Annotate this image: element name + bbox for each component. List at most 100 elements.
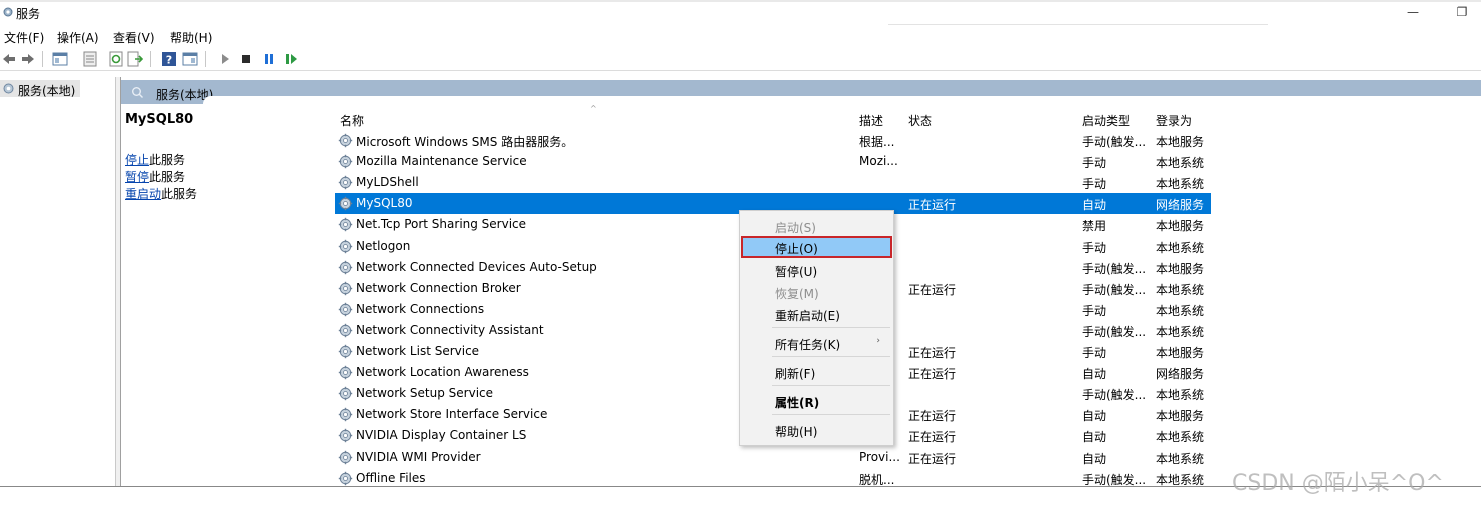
service-gear-icon bbox=[338, 281, 353, 295]
column-header-name[interactable]: 名称 bbox=[340, 112, 364, 128]
show-hide-action-pane-icon[interactable] bbox=[182, 51, 198, 67]
title-bar: 服务 — ❐ bbox=[0, 0, 1481, 25]
ctx-pause-label: 暂停(U) bbox=[775, 265, 818, 279]
stop-service-link[interactable]: 停止 bbox=[125, 153, 149, 167]
service-row[interactable]: MyLDShell 手动 本地系统 bbox=[335, 172, 1211, 193]
service-status: 正在运行 bbox=[908, 198, 957, 213]
service-gear-icon bbox=[338, 386, 353, 401]
service-row[interactable]: Mozilla Maintenance Service Mozi... 手动 本地系统 bbox=[335, 151, 1211, 172]
action-suffix: 此服务 bbox=[149, 170, 186, 184]
service-description: 根据... bbox=[859, 135, 895, 149]
window-top-border bbox=[0, 0, 1481, 2]
service-logon-as: 本地系统 bbox=[1156, 430, 1205, 445]
service-gear-icon bbox=[338, 197, 353, 211]
ctx-all-tasks[interactable]: 所有任务(K) › bbox=[741, 332, 892, 354]
service-description: Mozi... bbox=[859, 154, 898, 169]
services-icon bbox=[3, 83, 14, 94]
menu-file[interactable]: 文件(F) bbox=[4, 29, 44, 46]
properties-icon[interactable] bbox=[82, 51, 98, 67]
start-service-icon[interactable] bbox=[217, 51, 233, 67]
column-header-startup-type[interactable]: 启动类型 bbox=[1082, 112, 1130, 128]
menu-separator bbox=[772, 327, 890, 328]
service-logon-as: 本地系统 bbox=[1156, 156, 1205, 171]
service-logon-as: 本地服务 bbox=[1156, 409, 1205, 424]
submenu-arrow-icon: › bbox=[876, 336, 880, 346]
restart-action-line: 重启动此服务 bbox=[125, 185, 197, 202]
action-suffix: 此服务 bbox=[149, 153, 186, 167]
service-gear-icon bbox=[338, 471, 353, 485]
ctx-help-label: 帮助(H) bbox=[775, 425, 818, 439]
menu-help[interactable]: 帮助(H) bbox=[170, 29, 212, 46]
list-tab-edge bbox=[203, 96, 1481, 106]
menu-action[interactable]: 操作(A) bbox=[57, 29, 99, 46]
service-startup-type: 手动(触发... bbox=[1082, 135, 1147, 149]
ctx-restart[interactable]: 重新启动(E) bbox=[741, 303, 892, 325]
service-startup-type: 手动(触发... bbox=[1082, 324, 1147, 339]
service-row[interactable]: Microsoft Windows SMS 路由器服务。 根据... 手动(触发..… bbox=[335, 130, 1211, 151]
ctx-start[interactable]: 启动(S) bbox=[741, 215, 892, 237]
service-logon-as: 本地系统 bbox=[1156, 282, 1205, 297]
ctx-help[interactable]: 帮助(H) bbox=[741, 419, 892, 441]
service-description: Provi... bbox=[859, 449, 900, 464]
service-gear-icon bbox=[338, 239, 353, 253]
menu-view[interactable]: 查看(V) bbox=[113, 29, 155, 46]
pause-action-line: 暂停此服务 bbox=[125, 168, 185, 185]
menu-bar: 文件(F) 操作(A) 查看(V) 帮助(H) bbox=[0, 27, 1481, 46]
service-status: 正在运行 bbox=[908, 409, 957, 424]
service-gear-icon bbox=[338, 218, 353, 232]
service-status: 正在运行 bbox=[908, 367, 957, 382]
service-startup-type: 自动 bbox=[1082, 409, 1107, 424]
search-icon bbox=[132, 87, 143, 98]
service-gear-icon bbox=[338, 175, 353, 190]
service-startup-type: 禁用 bbox=[1082, 219, 1107, 234]
toolbar-separator bbox=[150, 51, 151, 67]
toolbar: ? bbox=[0, 47, 1481, 71]
tree-item-services-local[interactable]: 服务(本地) bbox=[0, 80, 80, 98]
restart-service-link[interactable]: 重启动 bbox=[125, 187, 161, 201]
restore-button[interactable]: ❐ bbox=[1447, 2, 1477, 22]
help-icon[interactable]: ? bbox=[161, 51, 177, 67]
ctx-refresh[interactable]: 刷新(F) bbox=[741, 361, 892, 383]
service-gear-icon bbox=[338, 408, 353, 422]
stop-service-icon[interactable] bbox=[238, 51, 254, 67]
pause-service-link[interactable]: 暂停 bbox=[125, 170, 149, 184]
service-logon-as: 本地系统 bbox=[1156, 451, 1205, 466]
restart-service-icon[interactable] bbox=[283, 51, 299, 67]
service-status: 正在运行 bbox=[908, 282, 957, 297]
column-header-logon-as[interactable]: 登录为 bbox=[1156, 112, 1192, 128]
forward-icon[interactable] bbox=[20, 51, 36, 67]
service-gear-icon bbox=[338, 133, 353, 148]
service-name: NVIDIA WMI Provider bbox=[356, 449, 481, 464]
service-logon-as: 本地系统 bbox=[1156, 324, 1205, 339]
service-startup-type: 手动(触发... bbox=[1082, 261, 1147, 276]
refresh-icon[interactable] bbox=[108, 51, 124, 67]
pause-service-icon[interactable] bbox=[261, 51, 277, 67]
ctx-properties[interactable]: 属性(R) bbox=[741, 390, 892, 412]
service-gear-icon bbox=[338, 344, 353, 359]
column-header-description[interactable]: 描述 bbox=[859, 112, 883, 128]
service-name: MySQL80 bbox=[356, 196, 413, 211]
toolbar-separator bbox=[42, 51, 43, 67]
service-startup-type: 自动 bbox=[1082, 430, 1107, 445]
service-startup-type: 手动 bbox=[1082, 156, 1107, 171]
show-hide-tree-icon[interactable] bbox=[52, 51, 68, 67]
service-row[interactable]: NVIDIA WMI Provider Provi... 正在运行 自动 本地系统 bbox=[335, 447, 1211, 468]
service-logon-as: 本地系统 bbox=[1156, 303, 1205, 318]
context-menu: 启动(S) 停止(O) 暂停(U) 恢复(M) 重新启动(E) 所有任务(K) ›… bbox=[739, 210, 894, 446]
minimize-button[interactable]: — bbox=[1398, 2, 1428, 22]
service-logon-as: 本地服务 bbox=[1156, 219, 1205, 234]
service-logon-as: 网络服务 bbox=[1156, 198, 1205, 213]
service-gear-icon bbox=[338, 429, 353, 443]
service-logon-as: 本地系统 bbox=[1156, 177, 1205, 192]
service-startup-type: 手动 bbox=[1082, 303, 1107, 318]
service-startup-type: 手动(触发... bbox=[1082, 388, 1147, 403]
ctx-restart-label: 重新启动(E) bbox=[775, 309, 840, 323]
ctx-pause[interactable]: 暂停(U) bbox=[741, 259, 892, 281]
ctx-stop[interactable]: 停止(O) bbox=[741, 236, 892, 258]
export-list-icon[interactable] bbox=[127, 51, 143, 67]
ctx-resume[interactable]: 恢复(M) bbox=[741, 281, 892, 303]
service-startup-type: 手动(触发... bbox=[1082, 282, 1147, 297]
back-icon[interactable] bbox=[1, 51, 17, 67]
column-header-status[interactable]: 状态 bbox=[908, 112, 932, 128]
service-name: Offline Files bbox=[356, 470, 426, 485]
